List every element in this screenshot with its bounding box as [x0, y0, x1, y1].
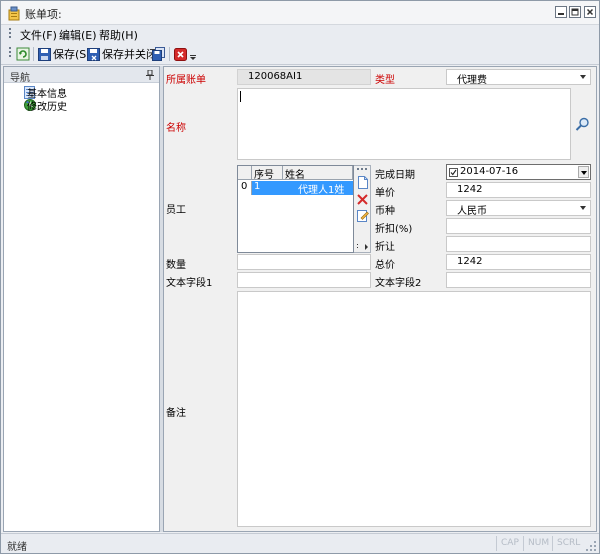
chevron-down-icon — [580, 206, 586, 210]
text1-label: 文本字段1 — [166, 278, 213, 289]
text2-label: 文本字段2 — [375, 278, 422, 289]
search-icon[interactable] — [575, 117, 590, 132]
pin-icon[interactable] — [146, 70, 154, 80]
currency-select-value: 人民币 — [457, 206, 487, 216]
grid-corner — [238, 166, 252, 180]
status-bar: 就绪 CAP NUM SCRL — [1, 533, 599, 553]
menu-grip[interactable] — [9, 28, 12, 40]
type-label: 类型 — [375, 75, 395, 86]
total-field[interactable]: 1242 — [446, 254, 591, 270]
grip-icon — [357, 168, 367, 170]
table-row[interactable]: 1 代理人1姓名 — [252, 181, 353, 211]
scroll-lock-indicator: SCRL — [557, 538, 581, 548]
discount-label: 折扣(%) — [375, 224, 413, 235]
rebate-label: 折让 — [375, 242, 395, 253]
grid-row-header[interactable]: 0 — [238, 181, 252, 195]
save-button[interactable]: 保存(S) — [38, 45, 91, 63]
delete-row-icon[interactable] — [356, 193, 369, 206]
window-title: 账单项: — [25, 8, 62, 21]
quantity-label: 数量 — [166, 260, 186, 271]
text-caret — [240, 91, 241, 102]
app-icon — [8, 6, 20, 21]
name-label: 名称 — [166, 123, 186, 134]
toolbar: 保存(S) 保存并关闭 — [1, 43, 599, 65]
complete-date-value: 2014-07-16 — [460, 166, 519, 177]
menu-help[interactable]: 帮助(H) — [99, 27, 138, 43]
type-select-value: 代理费 — [457, 75, 487, 85]
total-label: 总价 — [375, 260, 395, 271]
navigation-pane: 导航 基本信息 修改历史 — [3, 66, 160, 532]
resize-grip-icon[interactable] — [586, 541, 596, 551]
save-close-label: 保存并关闭 — [102, 48, 157, 61]
remark-label: 备注 — [166, 408, 186, 419]
edit-row-icon[interactable] — [356, 209, 369, 222]
account-field: 120068AI1 — [237, 69, 371, 85]
employee-label: 员工 — [166, 205, 186, 216]
grid-column-header[interactable]: 姓名 — [283, 166, 353, 181]
grid-cell-seq[interactable]: 1 — [252, 181, 283, 195]
toolbar-overflow-icon[interactable] — [190, 55, 196, 61]
nav-title: 导航 — [10, 73, 30, 84]
status-divider — [496, 536, 497, 551]
delete-button[interactable] — [174, 45, 187, 63]
save-and-close-button[interactable]: 保存并关闭 — [87, 45, 157, 63]
num-lock-indicator: NUM — [528, 538, 550, 548]
new-row-icon[interactable] — [356, 176, 369, 189]
close-icon[interactable] — [584, 6, 596, 18]
type-select[interactable]: 代理费 — [446, 69, 591, 85]
discount-field[interactable] — [446, 218, 591, 234]
save-close-icon — [87, 47, 100, 61]
title-bar: 账单项: — [1, 1, 599, 25]
caps-lock-indicator: CAP — [501, 538, 519, 548]
maximize-icon[interactable] — [569, 6, 581, 18]
save-label: 保存(S) — [53, 48, 91, 61]
status-text: 就绪 — [7, 542, 27, 553]
delete-icon — [174, 47, 187, 61]
save-copy-icon — [152, 47, 165, 61]
remark-textarea[interactable] — [237, 291, 591, 527]
date-dropdown-button[interactable] — [578, 166, 589, 178]
refresh-button[interactable] — [16, 45, 30, 63]
nav-item-history[interactable]: 修改历史 — [24, 98, 67, 113]
unit-price-label: 单价 — [375, 188, 395, 199]
toolbar-separator — [169, 47, 170, 61]
nav-item-label: 修改历史 — [27, 101, 67, 113]
checkbox-icon[interactable] — [449, 168, 458, 177]
menu-bar: 文件(F) 编辑(E) 帮助(H) — [1, 25, 599, 43]
unit-price-field[interactable]: 1242 — [446, 182, 591, 198]
complete-date-picker[interactable]: 2014-07-16 — [446, 164, 591, 180]
refresh-icon — [16, 47, 30, 61]
grid-toolbox — [354, 165, 371, 253]
menu-file[interactable]: 文件(F) — [20, 27, 57, 43]
chevron-down-icon — [580, 75, 586, 79]
expand-icon[interactable] — [357, 244, 369, 250]
quantity-field[interactable] — [237, 254, 371, 270]
name-textarea[interactable] — [237, 88, 571, 160]
detail-form: 所属账单 120068AI1 类型 代理费 名称 员工 序号 姓名 0 1 代理… — [163, 66, 597, 532]
account-label: 所属账单 — [166, 75, 206, 86]
save-as-button[interactable] — [152, 45, 166, 63]
currency-select[interactable]: 人民币 — [446, 200, 591, 216]
status-divider — [552, 536, 553, 551]
status-divider — [523, 536, 524, 551]
toolbar-grip[interactable] — [9, 47, 12, 59]
minimize-icon[interactable] — [555, 6, 567, 18]
toolbar-separator — [33, 47, 34, 61]
chevron-down-icon — [581, 171, 587, 175]
text1-field[interactable] — [237, 272, 371, 288]
rebate-field[interactable] — [446, 236, 591, 252]
grid-cell-name[interactable]: 代理人1姓名 — [283, 181, 353, 211]
employee-grid[interactable]: 序号 姓名 0 1 代理人1姓名 — [237, 165, 354, 253]
currency-label: 币种 — [375, 206, 395, 217]
app-window: 账单项: 文件(F) 编辑(E) 帮助(H) 保存(S) 保存并关闭 导航 基本… — [0, 0, 600, 554]
menu-edit[interactable]: 编辑(E) — [59, 27, 97, 43]
nav-header: 导航 — [4, 67, 159, 84]
text2-field[interactable] — [446, 272, 591, 288]
complete-date-label: 完成日期 — [375, 170, 415, 181]
grid-column-header[interactable]: 序号 — [252, 166, 283, 181]
save-icon — [38, 47, 51, 61]
